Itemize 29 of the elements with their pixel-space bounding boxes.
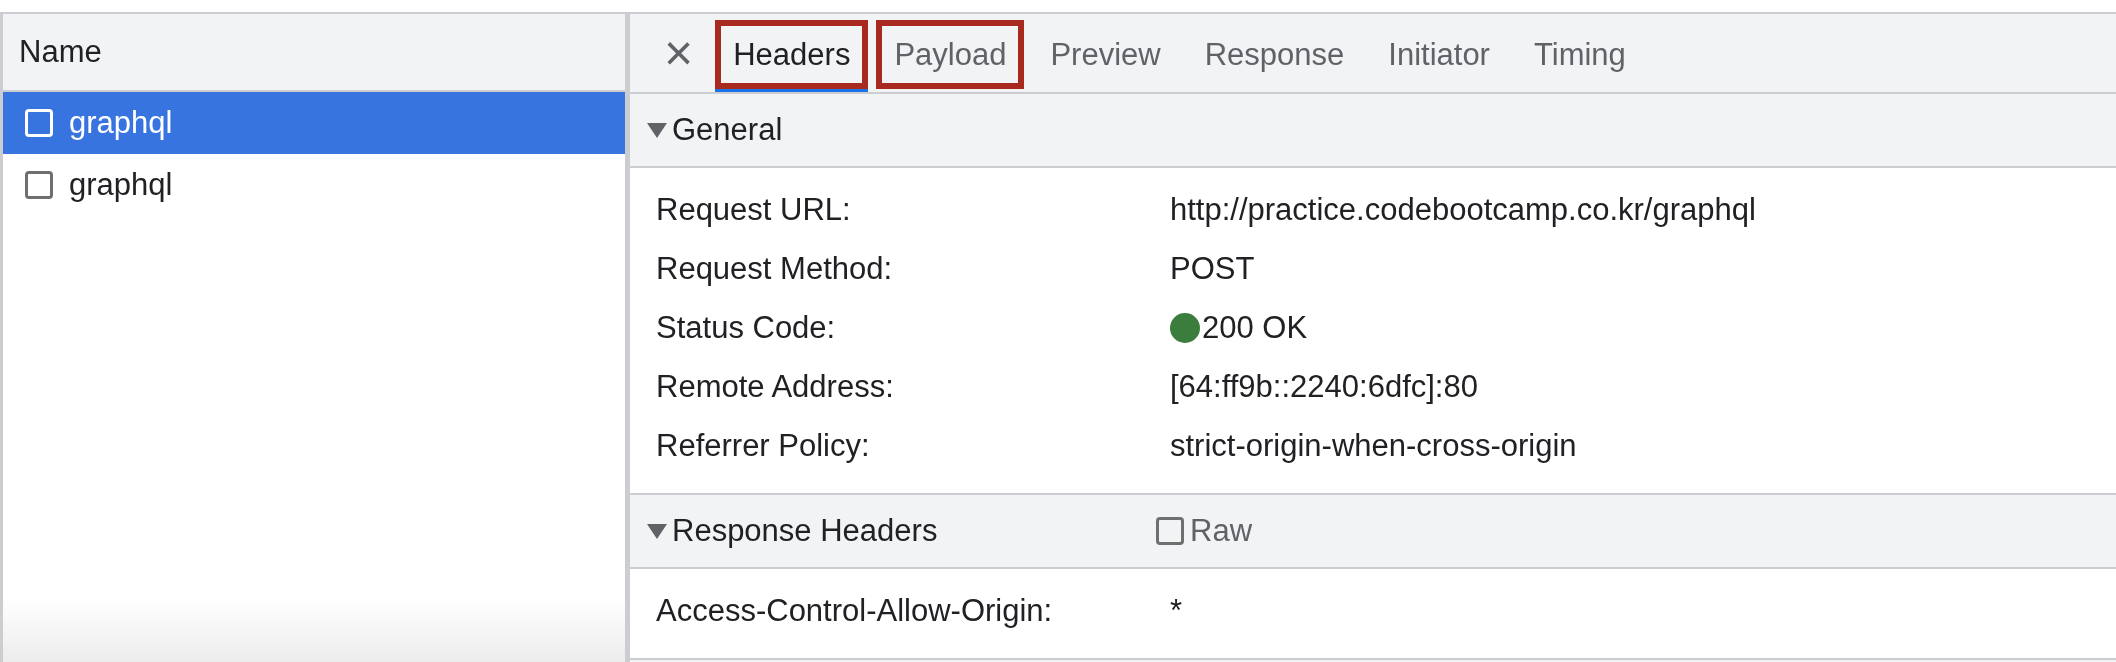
header-value: 200 OK bbox=[1202, 309, 1308, 346]
header-value: [64:ff9b::2240:6dfc]:80 bbox=[1170, 368, 1478, 405]
tab[interactable]: Payload bbox=[876, 20, 1025, 92]
tab[interactable]: Headers bbox=[715, 20, 869, 92]
request-row[interactable]: graphql bbox=[3, 92, 625, 154]
close-button[interactable]: × bbox=[650, 14, 708, 92]
tab[interactable]: Preview bbox=[1032, 20, 1179, 92]
header-name: Referrer Policy: bbox=[656, 427, 871, 464]
header-name: Request Method: bbox=[656, 250, 894, 287]
checkbox[interactable] bbox=[25, 171, 53, 199]
header-value: POST bbox=[1170, 250, 1255, 287]
header-name: Status Code: bbox=[656, 309, 837, 346]
header-value: http://practice.codebootcamp.co.kr/graphql bbox=[1170, 191, 1756, 228]
header-value: strict-origin-when-cross-origin bbox=[1170, 427, 1577, 464]
section-title: General bbox=[672, 112, 784, 148]
tab[interactable]: Initiator bbox=[1370, 20, 1508, 92]
checkbox[interactable] bbox=[1156, 517, 1184, 545]
header-name: Request URL: bbox=[656, 191, 852, 228]
tab[interactable]: Response bbox=[1186, 20, 1363, 92]
column-header[interactable]: Name bbox=[3, 14, 625, 92]
section-title: Response Headers bbox=[672, 513, 939, 549]
header-name: Access-Control-Allow-Origin: bbox=[656, 592, 1054, 629]
tab[interactable]: Timing bbox=[1515, 20, 1644, 92]
request-name: graphql bbox=[69, 167, 173, 203]
request-row[interactable]: graphql bbox=[3, 154, 625, 216]
checkbox-label: Raw bbox=[1190, 513, 1252, 549]
header-value: * bbox=[1170, 592, 1183, 629]
header-name: Remote Address: bbox=[656, 368, 895, 405]
request-name: graphql bbox=[69, 105, 173, 141]
